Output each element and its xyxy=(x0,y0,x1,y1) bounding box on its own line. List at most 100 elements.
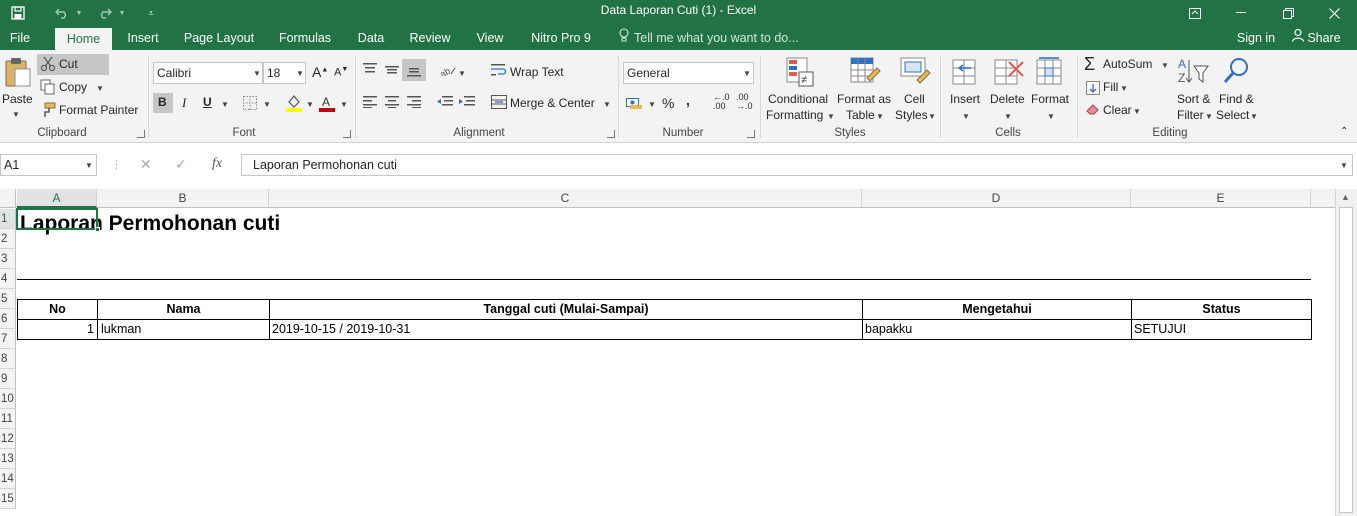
table-cell-tanggal[interactable]: 2019-10-15 / 2019-10-31 xyxy=(269,319,863,340)
row-header[interactable]: 4 xyxy=(0,269,16,289)
column-header-b[interactable]: B xyxy=(97,189,269,208)
row-header[interactable]: 6 xyxy=(0,309,16,329)
merge-center-dropdown-icon[interactable]: ▼ xyxy=(603,100,611,109)
align-right-icon[interactable] xyxy=(407,96,421,111)
tab-file[interactable]: File xyxy=(2,26,38,50)
underline-dropdown-icon[interactable]: ▼ xyxy=(221,100,229,109)
find-select-dropdown-icon[interactable]: ▼ xyxy=(1250,112,1258,121)
number-format-select[interactable]: General xyxy=(623,62,754,84)
restore-icon[interactable] xyxy=(1265,0,1311,26)
format-cells-icon[interactable] xyxy=(1035,56,1065,91)
fill-color-dropdown-icon[interactable]: ▼ xyxy=(306,100,314,109)
tab-view[interactable]: View xyxy=(468,26,512,50)
scrollbar-thumb[interactable] xyxy=(1339,207,1353,513)
row-header[interactable]: 7 xyxy=(0,329,16,349)
table-header-no[interactable]: No xyxy=(17,299,98,320)
sort-filter-dropdown-icon[interactable]: ▼ xyxy=(1205,112,1213,121)
clear-dropdown-icon[interactable]: ▼ xyxy=(1133,107,1141,116)
cut-button[interactable]: Cut xyxy=(59,57,78,71)
wrap-text-button[interactable]: Wrap Text xyxy=(510,65,564,79)
delete-cells-button[interactable]: Delete xyxy=(990,92,1025,106)
sort-filter-label-2[interactable]: Filter xyxy=(1177,108,1204,122)
fill-dropdown-icon[interactable]: ▼ xyxy=(1120,84,1128,93)
scissors-icon[interactable] xyxy=(40,56,56,75)
column-header-d[interactable]: D xyxy=(862,189,1131,208)
select-all-corner[interactable] xyxy=(0,189,16,208)
table-header-status[interactable]: Status xyxy=(1131,299,1312,320)
collapse-ribbon-icon[interactable]: ⌃ xyxy=(1340,126,1348,137)
font-color-icon[interactable]: A xyxy=(319,94,335,115)
fill-button[interactable]: Fill xyxy=(1103,80,1118,94)
tab-insert[interactable]: Insert xyxy=(120,26,166,50)
cell-styles-label-2[interactable]: Styles xyxy=(895,108,928,122)
find-select-label-1[interactable]: Find & xyxy=(1219,92,1254,106)
cell-styles-label-1[interactable]: Cell xyxy=(904,92,925,106)
row-header[interactable]: 14 xyxy=(0,469,16,489)
row-header[interactable]: 9 xyxy=(0,369,16,389)
format-cells-dropdown-icon[interactable]: ▼ xyxy=(1047,112,1055,121)
fill-handle[interactable] xyxy=(95,227,100,232)
borders-dropdown-icon[interactable]: ▼ xyxy=(263,100,271,109)
column-header-c[interactable]: C xyxy=(269,189,862,208)
delete-cells-icon[interactable] xyxy=(993,56,1025,91)
cell-styles-dropdown-icon[interactable]: ▼ xyxy=(928,112,936,121)
table-header-nama[interactable]: Nama xyxy=(97,299,270,320)
accounting-dropdown-icon[interactable]: ▼ xyxy=(648,100,656,109)
row-header[interactable]: 1 xyxy=(0,209,16,229)
alignment-launcher-icon[interactable] xyxy=(607,130,615,138)
copy-icon[interactable] xyxy=(40,79,56,98)
row-header[interactable]: 11 xyxy=(0,409,16,429)
clear-button[interactable]: Clear xyxy=(1103,103,1132,117)
insert-cells-dropdown-icon[interactable]: ▼ xyxy=(962,112,970,121)
tab-page-layout[interactable]: Page Layout xyxy=(178,26,260,50)
tell-me-search[interactable]: Tell me what you want to do... xyxy=(634,26,799,50)
row-header[interactable]: 13 xyxy=(0,449,16,469)
font-name-select[interactable]: Calibri xyxy=(153,62,263,84)
conditional-formatting-icon[interactable]: ≠ xyxy=(785,56,815,91)
bold-button[interactable]: B xyxy=(158,95,167,109)
tab-nitro-pro[interactable]: Nitro Pro 9 xyxy=(524,26,598,50)
paste-icon[interactable] xyxy=(4,56,32,91)
row-header[interactable]: 5 xyxy=(0,289,16,309)
sort-filter-icon[interactable]: AZ xyxy=(1178,56,1210,91)
number-format-dropdown-icon[interactable]: ▼ xyxy=(743,69,751,78)
row-header[interactable]: 12 xyxy=(0,429,16,449)
table-cell-mengetahui[interactable]: bapakku xyxy=(862,319,1132,340)
ribbon-display-options-icon[interactable] xyxy=(1172,0,1218,26)
autosum-button[interactable]: AutoSum xyxy=(1103,57,1152,71)
increase-decimal-icon[interactable]: ←.0.00 xyxy=(713,93,730,111)
worksheet-grid[interactable]: A B C D E 1 2 3 4 5 6 7 8 9 10 11 12 13 … xyxy=(0,189,1357,516)
table-cell-nama[interactable]: lukman xyxy=(97,319,270,340)
row-header[interactable]: 10 xyxy=(0,389,16,409)
font-launcher-icon[interactable] xyxy=(343,130,351,138)
share-button[interactable]: Share xyxy=(1306,26,1342,50)
decrease-font-size-icon[interactable]: A▼ xyxy=(334,66,348,79)
table-cell-no[interactable]: 1 xyxy=(17,319,98,340)
table-cell-status[interactable]: SETUJUI xyxy=(1131,319,1312,340)
borders-icon[interactable] xyxy=(243,96,257,113)
number-launcher-icon[interactable] xyxy=(747,130,755,138)
delete-cells-dropdown-icon[interactable]: ▼ xyxy=(1004,112,1012,121)
table-header-tanggal[interactable]: Tanggal cuti (Mulai-Sampai) xyxy=(269,299,863,320)
insert-cells-icon[interactable] xyxy=(951,56,981,91)
format-cells-button[interactable]: Format xyxy=(1031,92,1069,106)
tab-review[interactable]: Review xyxy=(404,26,456,50)
autosum-dropdown-icon[interactable]: ▼ xyxy=(1161,61,1169,70)
tab-formulas[interactable]: Formulas xyxy=(272,26,338,50)
format-painter-icon[interactable] xyxy=(40,102,56,121)
orientation-icon[interactable]: ab xyxy=(438,64,456,79)
table-header-mengetahui[interactable]: Mengetahui xyxy=(862,299,1132,320)
fill-down-icon[interactable] xyxy=(1086,81,1100,98)
expand-formula-bar-icon[interactable]: ▼ xyxy=(1340,161,1348,170)
percent-style-button[interactable]: % xyxy=(662,95,674,111)
font-size-dropdown-icon[interactable]: ▼ xyxy=(296,69,304,78)
row-header[interactable]: 3 xyxy=(0,249,16,269)
find-select-icon[interactable] xyxy=(1222,56,1252,91)
copy-button[interactable]: Copy xyxy=(59,80,87,94)
merge-center-icon[interactable] xyxy=(491,95,507,112)
row-header[interactable]: 15 xyxy=(0,489,16,509)
conditional-formatting-label-2[interactable]: Formatting xyxy=(766,108,823,122)
eraser-icon[interactable] xyxy=(1086,103,1100,118)
increase-font-size-icon[interactable]: A▲ xyxy=(312,64,328,80)
confirm-entry-icon[interactable]: ✓ xyxy=(175,156,187,173)
